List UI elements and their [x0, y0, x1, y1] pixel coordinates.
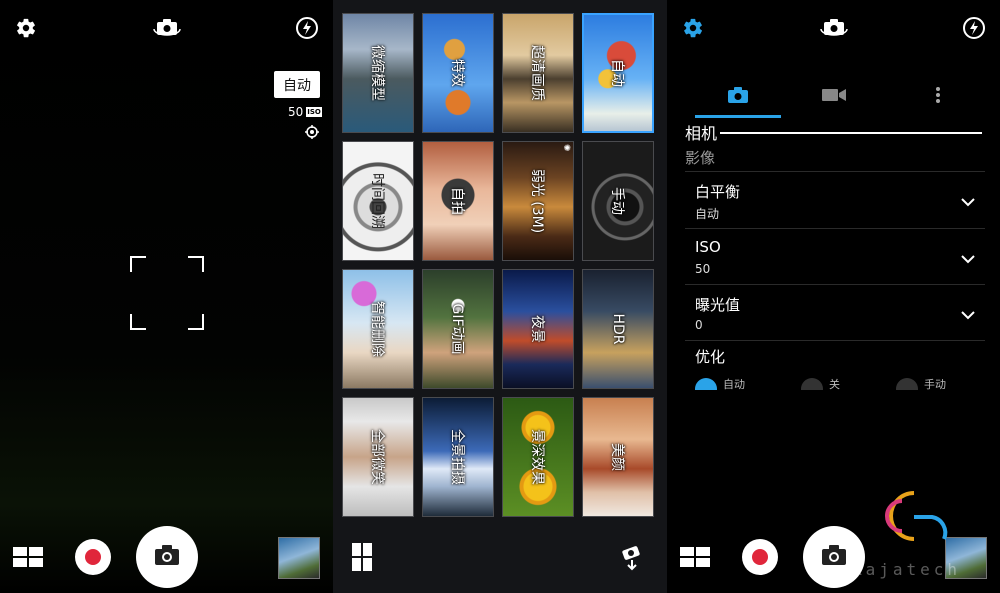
setting-value: 自动	[695, 207, 720, 221]
setting-name: 优化	[695, 348, 726, 366]
grid-view-icon[interactable]	[351, 542, 373, 572]
section-subtitle: 影像	[685, 149, 716, 167]
optimize-option-auto[interactable]: 自动	[695, 376, 745, 390]
record-button[interactable]	[75, 539, 111, 575]
gear-icon[interactable]	[681, 16, 705, 40]
camera-tab[interactable]	[695, 78, 781, 116]
mode-grid-icon[interactable]	[679, 546, 711, 568]
mode-badge[interactable]: 自动	[274, 71, 320, 98]
watermark-text: Rajatech	[852, 560, 962, 579]
setting-exposure[interactable]: 曝光值 0	[685, 284, 985, 340]
more-vert-icon	[935, 86, 941, 108]
radio-button[interactable]	[801, 378, 823, 390]
setting-value: 50	[695, 262, 711, 276]
setting-name: 白平衡	[695, 183, 741, 201]
gear-icon[interactable]	[14, 16, 38, 40]
section-title: 相机	[685, 124, 718, 143]
chevron-down-icon	[961, 305, 975, 324]
setting-iso[interactable]: ISO 50	[685, 228, 985, 284]
video-camera-icon	[822, 87, 846, 107]
shutter-button[interactable]	[136, 526, 198, 588]
video-tab[interactable]	[791, 78, 877, 116]
iso-indicator: 50 ISO	[288, 104, 322, 120]
settings-tabs	[695, 78, 985, 118]
optimize-options: 自动 关 手动	[695, 376, 985, 390]
optimize-option-off[interactable]: 关	[801, 376, 840, 390]
mode-selector-panel: 微缩模型 特效 超清画质 自动 时间回溯 自拍 ✺ 弱光 (3M) 手动 智能删除…	[333, 0, 667, 593]
mode-tile-hdr[interactable]: HDR	[582, 269, 654, 389]
mode-download-icon[interactable]	[619, 542, 645, 572]
mode-tile-night[interactable]: 夜景	[502, 269, 574, 389]
mode-tile-auto[interactable]: 自动	[582, 13, 654, 133]
mode-tile-smart-remove[interactable]: 智能删除	[342, 269, 414, 389]
record-icon	[752, 549, 768, 565]
flash-auto-icon[interactable]	[962, 16, 986, 40]
mode-tile-time-rewind[interactable]: 时间回溯	[342, 141, 414, 261]
focus-target-icon[interactable]	[304, 124, 320, 140]
more-tab[interactable]	[895, 78, 981, 116]
iso-tag: ISO	[306, 107, 322, 117]
setting-name: ISO	[695, 238, 721, 256]
switch-camera-icon[interactable]	[820, 16, 848, 40]
mode-tile-selfie[interactable]: 自拍	[422, 141, 494, 261]
mode-tile-gif[interactable]: GIF动画	[422, 269, 494, 389]
watermark-logo	[885, 491, 948, 541]
mode-tile-panorama[interactable]: 全景拍摄	[422, 397, 494, 517]
mode-grid: 微缩模型 特效 超清画质 自动 时间回溯 自拍 ✺ 弱光 (3M) 手动 智能删除…	[342, 13, 654, 517]
mode-tile-depth-of-field[interactable]: 景深效果	[502, 397, 574, 517]
radio-button[interactable]	[896, 378, 918, 390]
record-button[interactable]	[742, 539, 778, 575]
section-divider	[720, 132, 982, 134]
chevron-down-icon	[961, 249, 975, 268]
optimize-option-manual[interactable]: 手动	[896, 376, 946, 390]
mode-tile-miniature[interactable]: 微缩模型	[342, 13, 414, 133]
owl-icon: ✺	[563, 144, 571, 154]
record-icon	[85, 549, 101, 565]
viewfinder-panel[interactable]: 自动 50 ISO	[0, 0, 333, 593]
mode-tile-manual[interactable]: 手动	[582, 141, 654, 261]
setting-name: 曝光值	[695, 296, 741, 314]
chevron-down-icon	[961, 192, 975, 211]
gallery-thumbnail[interactable]	[278, 537, 320, 579]
setting-white-balance[interactable]: 白平衡 自动	[685, 171, 985, 227]
setting-optimize: 优化	[685, 340, 985, 376]
mode-tile-effects[interactable]: 特效	[422, 13, 494, 133]
tab-indicator	[695, 115, 781, 118]
camera-icon	[727, 86, 749, 108]
mode-grid-icon[interactable]	[12, 546, 44, 568]
mode-tile-all-smiles[interactable]: 全部微笑	[342, 397, 414, 517]
mode-tile-beautification[interactable]: 美颜	[582, 397, 654, 517]
mode-tile-super-resolution[interactable]: 超清画质	[502, 13, 574, 133]
focus-frame[interactable]	[130, 256, 204, 330]
flash-auto-icon[interactable]	[295, 16, 319, 40]
iso-value: 50	[288, 105, 304, 119]
switch-camera-icon[interactable]	[153, 16, 181, 40]
radio-button[interactable]	[695, 378, 717, 390]
camera-icon	[821, 544, 847, 570]
mode-tile-low-light[interactable]: ✺ 弱光 (3M)	[502, 141, 574, 261]
camera-icon	[154, 544, 180, 570]
setting-value: 0	[695, 318, 703, 332]
